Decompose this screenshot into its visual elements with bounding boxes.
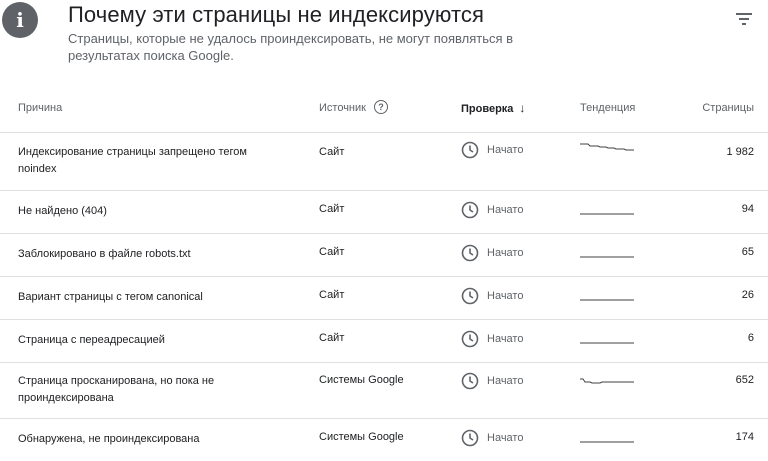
status-label: Начато bbox=[487, 204, 524, 216]
row-source: Системы Google bbox=[319, 374, 404, 386]
column-header-pages[interactable]: Страницы bbox=[702, 88, 754, 132]
row-reason: Не найдено (404) bbox=[18, 205, 107, 217]
info-icon: i bbox=[2, 2, 38, 38]
status-label: Начато bbox=[487, 247, 524, 259]
clock-icon bbox=[461, 372, 479, 390]
row-check-status: Начато bbox=[461, 330, 523, 348]
row-source: Сайт bbox=[319, 246, 345, 258]
trend-sparkline bbox=[580, 256, 634, 258]
table-row[interactable]: Обнаружена, не проиндексирована Системы … bbox=[0, 419, 768, 461]
clock-icon bbox=[461, 201, 479, 219]
column-header-reason[interactable]: Причина bbox=[18, 88, 62, 132]
row-pages-count: 174 bbox=[735, 431, 754, 443]
row-check-status: Начато bbox=[461, 244, 523, 262]
row-pages-count: 65 bbox=[741, 246, 754, 258]
row-source: Сайт bbox=[319, 146, 345, 158]
table-row[interactable]: Страница просканирована, но пока не прои… bbox=[0, 363, 768, 419]
arrow-down-icon: ↓ bbox=[519, 101, 526, 115]
row-reason: Заблокировано в файле robots.txt bbox=[18, 248, 191, 260]
filter-icon[interactable] bbox=[734, 11, 754, 27]
status-label: Начато bbox=[487, 375, 524, 387]
status-label: Начато bbox=[487, 333, 524, 345]
trend-sparkline bbox=[580, 213, 634, 215]
help-icon[interactable]: ? bbox=[373, 100, 388, 115]
clock-icon bbox=[461, 287, 479, 305]
row-source: Сайт bbox=[319, 289, 345, 301]
row-source: Сайт bbox=[319, 332, 345, 344]
row-pages-count: 94 bbox=[741, 203, 754, 215]
clock-icon bbox=[461, 429, 479, 447]
clock-icon bbox=[461, 244, 479, 262]
table-row[interactable]: Не найдено (404) Сайт Начато 94 bbox=[0, 191, 768, 234]
table-row[interactable]: Страница с переадресацией Сайт Начато 6 bbox=[0, 320, 768, 363]
table-header: Причина Источник? Проверка ↓ Тенденция Ст… bbox=[0, 88, 768, 133]
column-header-source[interactable]: Источник? bbox=[319, 88, 388, 132]
row-pages-count: 6 bbox=[747, 332, 754, 344]
status-label: Начато bbox=[487, 432, 524, 444]
row-reason: Страница просканирована, но пока не прои… bbox=[18, 375, 215, 404]
table-row[interactable]: Вариант страницы с тегом canonical Сайт … bbox=[0, 277, 768, 320]
row-reason: Обнаружена, не проиндексирована bbox=[18, 433, 200, 445]
column-label: Страницы bbox=[702, 102, 754, 114]
table-row[interactable]: Заблокировано в файле robots.txt Сайт На… bbox=[0, 234, 768, 277]
row-pages-count: 1 982 bbox=[726, 146, 754, 158]
trend-sparkline bbox=[580, 342, 634, 344]
row-reason: Индексирование страницы запрещено тегом … bbox=[18, 146, 247, 175]
row-pages-count: 652 bbox=[735, 374, 754, 386]
trend-sparkline bbox=[580, 143, 634, 151]
clock-icon bbox=[461, 330, 479, 348]
row-check-status: Начато bbox=[461, 201, 523, 219]
row-check-status: Начато bbox=[461, 287, 523, 305]
row-reason: Страница с переадресацией bbox=[18, 334, 165, 346]
page-subtitle: Страницы, которые не удалось проиндексир… bbox=[68, 31, 514, 63]
report-header: i Почему эти страницы не индексируются С… bbox=[0, 0, 768, 80]
trend-sparkline bbox=[580, 441, 634, 443]
column-header-check[interactable]: Проверка ↓ bbox=[461, 88, 525, 132]
column-label: Причина bbox=[18, 102, 63, 114]
column-label: Тенденция bbox=[580, 102, 636, 114]
clock-icon bbox=[461, 141, 479, 159]
column-label: Проверка bbox=[461, 103, 514, 115]
trend-sparkline bbox=[580, 299, 634, 301]
row-pages-count: 26 bbox=[741, 289, 754, 301]
row-reason: Вариант страницы с тегом canonical bbox=[18, 291, 203, 303]
trend-sparkline bbox=[580, 378, 634, 384]
page-title: Почему эти страницы не индексируются bbox=[68, 2, 484, 27]
row-check-status: Начато bbox=[461, 372, 523, 390]
column-label: Источник bbox=[319, 102, 366, 114]
row-source: Сайт bbox=[319, 203, 345, 215]
column-header-trend: Тенденция bbox=[580, 88, 635, 132]
row-check-status: Начато bbox=[461, 429, 523, 447]
status-label: Начато bbox=[487, 290, 524, 302]
row-check-status: Начато bbox=[461, 141, 523, 159]
table-row[interactable]: Индексирование страницы запрещено тегом … bbox=[0, 133, 768, 191]
row-source: Системы Google bbox=[319, 431, 404, 443]
status-label: Начато bbox=[487, 144, 524, 156]
